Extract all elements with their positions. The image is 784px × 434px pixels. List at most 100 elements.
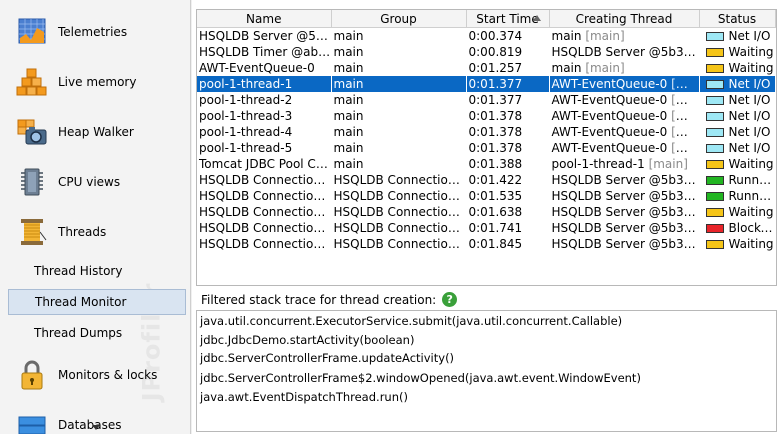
cell-creating-thread: HSQLDB Server @5b37e0... bbox=[549, 44, 699, 60]
table-row[interactable]: HSQLDB Connection ... HSQLDB Connections … bbox=[197, 188, 775, 204]
cell-creating-thread: HSQLDB Server @5b37e0... bbox=[549, 236, 699, 252]
cell-start-time: 0:01.378 bbox=[468, 109, 523, 123]
table-row[interactable]: HSQLDB Connection ... HSQLDB Connections … bbox=[197, 236, 775, 252]
column-header-name[interactable]: Name bbox=[197, 10, 332, 28]
subnav-label: Thread Dumps bbox=[34, 326, 123, 340]
cell-name: pool-1-thread-2 bbox=[199, 93, 293, 107]
cell-start-time: 0:01.845 bbox=[468, 237, 523, 251]
nav-monitors-locks[interactable]: Monitors & locks bbox=[0, 351, 190, 399]
table-row[interactable]: HSQLDB Server @5b37...main0:00.374main [… bbox=[197, 28, 775, 45]
cell-start-time: 0:01.388 bbox=[468, 157, 523, 171]
cell-name: HSQLDB Connection ... bbox=[199, 205, 331, 219]
cell-group: main bbox=[333, 29, 364, 43]
filter-label: Filtered stack trace for thread creation… bbox=[201, 292, 458, 307]
cell-name: AWT-EventQueue-0 bbox=[199, 61, 315, 75]
creator-name: pool-1-thread-1 bbox=[551, 157, 645, 171]
table-row[interactable]: AWT-EventQueue-0 main 0:01.257 main [main] W… bbox=[197, 60, 775, 76]
status-text: Runnable bbox=[728, 189, 775, 203]
cell-group: HSQLDB Connections ... bbox=[333, 189, 466, 203]
creator-name: AWT-EventQueue-0 bbox=[551, 77, 668, 91]
cell-name: pool-1-thread-5 bbox=[199, 141, 293, 155]
cell-status: Net I/O bbox=[699, 92, 775, 108]
cell-creating-thread: HSQLDB Server @5b37e0... bbox=[549, 188, 699, 204]
cell-start-time: 0:01.377 bbox=[466, 76, 549, 92]
nav-telemetries[interactable]: Telemetries bbox=[0, 8, 190, 56]
table-row[interactable]: HSQLDB Timer @ab6b... main 0:00.819 HSQLDB … bbox=[197, 44, 775, 60]
cpu-views-icon bbox=[21, 168, 43, 196]
cell-start-time: 0:01.535 bbox=[468, 189, 523, 203]
cell-status: Waiting bbox=[699, 156, 775, 172]
status-color-swatch bbox=[705, 175, 724, 185]
status-text: Net I/O bbox=[728, 29, 771, 43]
cell-name: HSQLDB Server @5b37... bbox=[199, 29, 331, 43]
status-color-swatch bbox=[705, 31, 724, 41]
heap-walker-icon bbox=[17, 119, 47, 145]
status-color-swatch bbox=[705, 239, 724, 249]
creator-group: [main] bbox=[585, 29, 625, 43]
cell-name: HSQLDB Connection ... bbox=[199, 237, 331, 251]
live-memory-icon bbox=[16, 68, 47, 96]
column-header-start-time[interactable]: Start Time bbox=[466, 10, 550, 28]
cell-status: Runnable bbox=[699, 188, 775, 204]
table-row[interactable]: pool-1-thread-2 main 0:01.377 AWT-EventQueu… bbox=[197, 92, 775, 108]
creator-group: [main] bbox=[648, 157, 688, 171]
stack-trace-panel: java.util.concurrent.ExecutorService.sub… bbox=[196, 310, 777, 432]
status-color-swatch bbox=[705, 47, 724, 57]
table-row[interactable]: pool-1-thread-3 main 0:01.378 AWT-EventQueu… bbox=[197, 108, 775, 124]
table-row[interactable]: pool-1-thread-1 main 0:01.377 AWT-EventQueu… bbox=[197, 76, 775, 92]
stack-frame[interactable]: jdbc.JdbcDemo.startActivity(boolean) bbox=[200, 331, 414, 349]
column-header-creating-thread[interactable]: Creating Thread bbox=[549, 10, 700, 28]
filter-label-text: Filtered stack trace for thread creation… bbox=[201, 292, 437, 307]
cell-start-time: 0:01.378 bbox=[468, 125, 523, 139]
table-row[interactable]: HSQLDB Connection ... HSQLDB Connections … bbox=[197, 220, 775, 236]
cell-status: Waiting bbox=[699, 60, 775, 76]
stack-frame[interactable]: jdbc.ServerControllerFrame.updateActivit… bbox=[200, 349, 454, 367]
stack-frame[interactable]: java.awt.EventDispatchThread.run() bbox=[200, 388, 408, 406]
table-row[interactable]: HSQLDB Connection ... HSQLDB Connections … bbox=[197, 204, 775, 220]
table-row[interactable]: Tomcat JDBC Pool Clea... main 0:01.388 pool… bbox=[197, 156, 775, 172]
creator-name: HSQLDB Server @5b37e0... bbox=[551, 221, 699, 235]
creator-name: AWT-EventQueue-0 bbox=[551, 93, 668, 107]
table-row[interactable]: pool-1-thread-5 main 0:01.378 AWT-EventQueu… bbox=[197, 140, 775, 156]
cell-creating-thread: HSQLDB Server @5b37e0... bbox=[549, 220, 699, 236]
cell-creating-thread: AWT-EventQueue-0 [main] bbox=[549, 92, 699, 108]
cell-group: main bbox=[333, 157, 364, 171]
status-text: Waiting bbox=[728, 61, 774, 75]
stack-frame[interactable]: java.util.concurrent.ExecutorService.sub… bbox=[200, 312, 622, 330]
subnav-thread-history[interactable]: Thread History bbox=[8, 258, 186, 284]
cell-group: HSQLDB Connections ... bbox=[333, 221, 466, 235]
creator-group: [main] bbox=[671, 93, 699, 107]
creator-name: HSQLDB Server @5b37e0... bbox=[551, 45, 699, 59]
subnav-thread-dumps[interactable]: Thread Dumps bbox=[8, 320, 186, 346]
nav-cpu-views[interactable]: CPU views bbox=[0, 158, 190, 206]
nav-heap-walker[interactable]: Heap Walker bbox=[0, 108, 190, 156]
nav-label: Threads bbox=[58, 225, 107, 239]
status-text: Net I/O bbox=[728, 77, 771, 91]
column-header-group[interactable]: Group bbox=[331, 10, 467, 28]
nav-threads[interactable]: Threads bbox=[0, 208, 190, 256]
stack-frame[interactable]: jdbc.ServerControllerFrame$2.windowOpene… bbox=[200, 369, 641, 387]
subnav-label: Thread Monitor bbox=[35, 295, 127, 309]
lock-icon bbox=[21, 360, 43, 390]
creator-name: HSQLDB Server @5b37e0... bbox=[551, 189, 699, 203]
sidebar-scroll-down-icon[interactable] bbox=[92, 425, 100, 430]
status-text: Net I/O bbox=[728, 141, 771, 155]
cell-status: Net I/O bbox=[699, 124, 775, 140]
cell-status: Net I/O bbox=[699, 28, 775, 45]
table-row[interactable]: pool-1-thread-4 main 0:01.378 AWT-EventQueu… bbox=[197, 124, 775, 140]
cell-start-time: 0:01.422 bbox=[468, 173, 523, 187]
table-row[interactable]: HSQLDB Connection ... HSQLDB Connections … bbox=[197, 172, 775, 188]
cell-status: Runnable bbox=[699, 172, 775, 188]
subnav-thread-monitor[interactable]: Thread Monitor bbox=[8, 289, 186, 315]
status-text: Waiting bbox=[728, 157, 774, 171]
help-icon[interactable]: ? bbox=[442, 292, 458, 307]
sidebar: JProfiler Telemetries Live memory Heap W… bbox=[0, 0, 191, 434]
creator-name: HSQLDB Server @5b37e0... bbox=[551, 205, 699, 219]
cell-name: HSQLDB Connection ... bbox=[199, 189, 331, 203]
nav-label: Heap Walker bbox=[58, 125, 134, 139]
cell-start-time: 0:01.741 bbox=[468, 221, 523, 235]
nav-live-memory[interactable]: Live memory bbox=[0, 58, 190, 106]
cell-status: Waiting bbox=[699, 204, 775, 220]
cell-group: HSQLDB Connections ... bbox=[333, 205, 466, 219]
column-header-status[interactable]: Status bbox=[699, 10, 776, 28]
